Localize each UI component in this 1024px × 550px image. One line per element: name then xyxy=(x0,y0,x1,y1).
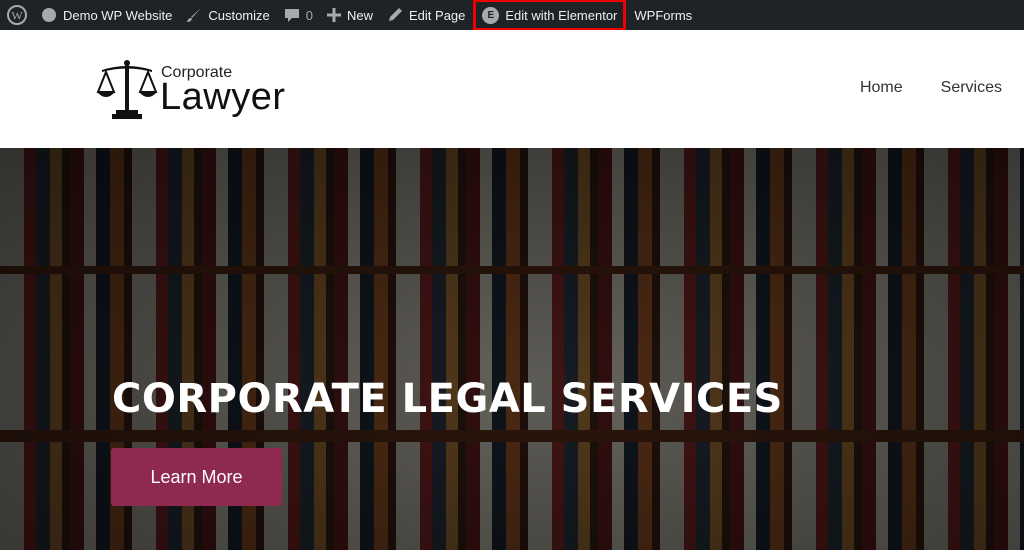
hero-title: CORPORATE LEGAL SERVICES xyxy=(112,376,783,422)
dashboard-icon xyxy=(42,8,56,22)
hero-section: CORPORATE LEGAL SERVICES Learn More xyxy=(0,148,1024,550)
pencil-icon xyxy=(389,8,403,21)
comments-count: 0 xyxy=(305,7,313,23)
admin-bar: W Demo WP Website Customize 0 New Edit P… xyxy=(0,0,1024,31)
customize-label: Customize xyxy=(208,7,270,23)
nav-item-home[interactable]: Home xyxy=(860,79,903,97)
wordpress-menu[interactable]: W xyxy=(0,0,34,30)
svg-text:W: W xyxy=(11,9,23,23)
edit-with-elementor-link[interactable]: E Edit with Elementor xyxy=(473,0,627,31)
edit-elementor-label: Edit with Elementor xyxy=(505,7,618,23)
plus-icon xyxy=(327,8,341,22)
edit-page-link[interactable]: Edit Page xyxy=(380,0,472,30)
site-logo[interactable]: Corporate Lawyer xyxy=(96,58,285,120)
elementor-icon: E xyxy=(482,6,500,24)
main-nav: Home Services xyxy=(860,79,1002,97)
brush-icon xyxy=(187,8,202,22)
wpforms-menu[interactable]: WPForms xyxy=(627,0,699,30)
site-header: Corporate Lawyer Home Services xyxy=(0,30,1024,148)
customize-link[interactable]: Customize xyxy=(179,0,276,30)
wpforms-label: WPForms xyxy=(634,7,693,23)
wordpress-icon: W xyxy=(7,5,27,25)
nav-item-services[interactable]: Services xyxy=(941,79,1002,97)
new-content-menu[interactable]: New xyxy=(320,0,380,30)
edit-page-label: Edit Page xyxy=(409,7,466,23)
learn-more-button[interactable]: Learn More xyxy=(111,448,282,506)
scales-of-justice-icon xyxy=(96,60,158,119)
site-name-menu[interactable]: Demo WP Website xyxy=(34,0,179,30)
new-label: New xyxy=(347,7,374,23)
comments-link[interactable]: 0 xyxy=(277,0,320,30)
comment-icon xyxy=(284,9,299,22)
logo-text-bottom: Lawyer xyxy=(160,76,286,118)
site-name: Demo WP Website xyxy=(63,7,173,23)
